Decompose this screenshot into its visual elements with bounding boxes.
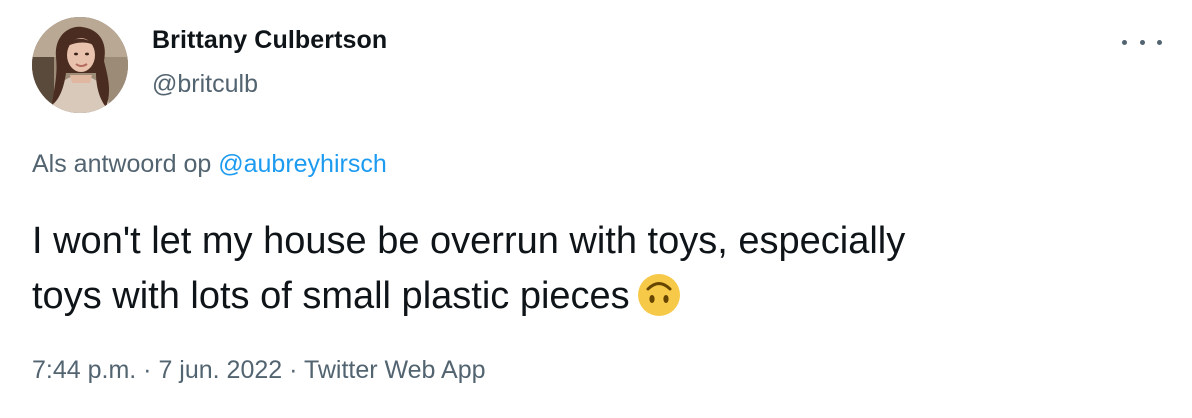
tweet-date[interactable]: 7 jun. 2022 bbox=[158, 356, 282, 384]
tweet-card: Brittany Culbertson @britculb Als antwoo… bbox=[0, 0, 1192, 418]
author-display-name[interactable]: Brittany Culbertson bbox=[152, 26, 387, 55]
tweet-source[interactable]: Twitter Web App bbox=[304, 356, 486, 384]
tweet-meta: 7:44 p.m. · 7 jun. 2022 · Twitter Web Ap… bbox=[32, 356, 486, 385]
reply-mention-link[interactable]: @aubreyhirsch bbox=[218, 150, 387, 178]
reply-context: Als antwoord op @aubreyhirsch bbox=[32, 150, 387, 179]
more-options-button[interactable] bbox=[1122, 30, 1162, 54]
more-options-icon-dot bbox=[1139, 39, 1145, 45]
tweet-text-line1: I won't let my house be overrun with toy… bbox=[32, 220, 906, 262]
author-handle[interactable]: @britculb bbox=[152, 70, 258, 99]
avatar[interactable] bbox=[32, 17, 128, 113]
tweet-time[interactable]: 7:44 p.m. bbox=[32, 356, 136, 384]
meta-separator: · bbox=[136, 356, 159, 384]
tweet-text: I won't let my house be overrun with toy… bbox=[32, 214, 1142, 324]
more-options-icon bbox=[1122, 39, 1127, 45]
profile-photo-icon bbox=[32, 17, 128, 113]
more-options-icon-dot bbox=[1157, 39, 1162, 45]
upside-down-face-emoji-icon bbox=[636, 272, 682, 318]
meta-separator: · bbox=[282, 356, 304, 384]
reply-prefix: Als antwoord op bbox=[32, 150, 212, 178]
tweet-text-line2: toys with lots of small plastic pieces bbox=[32, 275, 630, 317]
